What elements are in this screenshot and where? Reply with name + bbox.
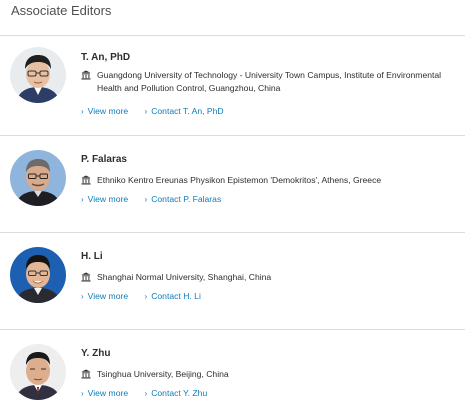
editor-affiliation: Shanghai Normal University, Shanghai, Ch…	[81, 271, 461, 284]
editor-links: › View more › Contact T. An, PhD	[81, 106, 224, 116]
chevron-right-icon: ›	[144, 292, 148, 301]
contact-label: Contact T. An, PhD	[151, 106, 224, 116]
view-more-link[interactable]: › View more	[81, 194, 128, 204]
contact-label: Contact P. Falaras	[151, 194, 222, 204]
institution-icon	[81, 369, 91, 379]
avatar	[10, 344, 66, 400]
portrait-image	[10, 247, 66, 303]
contact-label: Contact Y. Zhu	[151, 388, 208, 398]
editor-name[interactable]: Y. Zhu	[81, 348, 110, 359]
affiliation-text: Guangdong University of Technology - Uni…	[97, 70, 442, 93]
chevron-right-icon: ›	[144, 389, 148, 398]
view-more-label: View more	[87, 194, 129, 204]
editor-card: T. An, PhD Guangdong University of Techn…	[0, 35, 465, 136]
editor-links: › View more › Contact H. Li	[81, 291, 201, 301]
affiliation-text: Shanghai Normal University, Shanghai, Ch…	[97, 272, 272, 282]
view-more-link[interactable]: › View more	[81, 388, 128, 398]
portrait-image	[10, 47, 66, 103]
avatar	[10, 247, 66, 303]
affiliation-text: Ethniko Kentro Ereunas Physikon Epistemo…	[97, 175, 382, 185]
editor-affiliation: Ethniko Kentro Ereunas Physikon Epistemo…	[81, 174, 461, 187]
institution-icon	[81, 70, 91, 80]
editor-name[interactable]: P. Falaras	[81, 154, 127, 165]
editor-name[interactable]: H. Li	[81, 251, 103, 262]
portrait-image	[10, 150, 66, 206]
contact-link[interactable]: › Contact Y. Zhu	[145, 388, 208, 398]
chevron-right-icon: ›	[81, 107, 84, 116]
editor-card: H. Li Shanghai Normal University, Shangh…	[0, 232, 465, 330]
affiliation-text: Tsinghua University, Beijing, China	[97, 369, 229, 379]
section-title: Associate Editors	[11, 3, 112, 18]
institution-icon	[81, 272, 91, 282]
view-more-label: View more	[87, 291, 129, 301]
editor-card: P. Falaras Ethniko Kentro Ereunas Physik…	[0, 135, 465, 233]
contact-label: Contact H. Li	[151, 291, 201, 301]
chevron-right-icon: ›	[81, 292, 84, 301]
avatar	[10, 150, 66, 206]
editor-affiliation: Tsinghua University, Beijing, China	[81, 368, 461, 381]
view-more-label: View more	[87, 106, 129, 116]
contact-link[interactable]: › Contact T. An, PhD	[145, 106, 224, 116]
chevron-right-icon: ›	[81, 389, 84, 398]
editor-card: Y. Zhu Tsinghua University, Beijing, Chi…	[0, 329, 465, 411]
editor-affiliation: Guangdong University of Technology - Uni…	[81, 69, 461, 94]
editor-links: › View more › Contact P. Falaras	[81, 194, 221, 204]
view-more-label: View more	[87, 388, 129, 398]
avatar	[10, 47, 66, 103]
portrait-image	[10, 344, 66, 400]
view-more-link[interactable]: › View more	[81, 106, 128, 116]
chevron-right-icon: ›	[144, 107, 148, 116]
editor-links: › View more › Contact Y. Zhu	[81, 388, 207, 398]
contact-link[interactable]: › Contact P. Falaras	[145, 194, 222, 204]
contact-link[interactable]: › Contact H. Li	[145, 291, 201, 301]
institution-icon	[81, 175, 91, 185]
chevron-right-icon: ›	[81, 195, 84, 204]
editor-name[interactable]: T. An, PhD	[81, 52, 130, 63]
chevron-right-icon: ›	[144, 195, 148, 204]
view-more-link[interactable]: › View more	[81, 291, 128, 301]
